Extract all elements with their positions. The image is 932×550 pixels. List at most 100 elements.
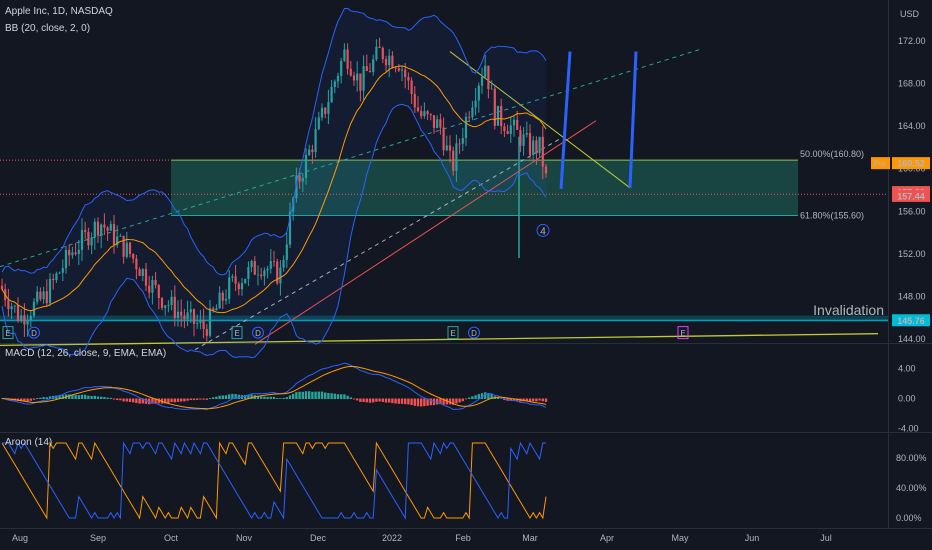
macd-hist-bar <box>212 397 215 399</box>
pre-tag-text: Pre <box>874 160 887 169</box>
macd-hist-bar <box>352 398 356 400</box>
macd-hist-bar <box>384 398 388 403</box>
macd-hist-bar <box>308 391 311 399</box>
macd-indicator-label[interactable]: MACD (12, 26, close, 9, EMA, EMA) <box>5 348 166 359</box>
macd-hist-bar <box>122 398 125 402</box>
macd-hist-bar <box>176 398 180 402</box>
macd-hist-bar <box>285 397 288 399</box>
macd-hist-bar <box>298 391 301 399</box>
macd-hist-bar <box>135 398 138 404</box>
invalidation-band <box>0 315 888 322</box>
macd-hist-bar <box>544 398 548 402</box>
macd-hist-bar <box>538 398 541 401</box>
time-tick-label: Apr <box>600 533 614 543</box>
macd-hist-bar <box>109 397 112 399</box>
macd-hist-bar <box>170 398 173 403</box>
macd-hist-bar <box>205 398 208 400</box>
time-tick-label: Aug <box>12 533 28 543</box>
macd-hist-bar <box>36 398 39 399</box>
macd-hist-bar <box>388 398 391 403</box>
macd-hist-bar <box>464 398 468 400</box>
time-tick-label: Nov <box>236 533 253 543</box>
macd-hist-bar <box>260 396 263 399</box>
macd-hist-bar <box>356 398 359 401</box>
macd-hist-bar <box>349 397 352 399</box>
macd-hist-bar <box>218 395 221 399</box>
macd-hist-bar <box>183 398 186 402</box>
macd-hist-bar <box>112 398 116 400</box>
macd-hist-bar <box>372 398 375 403</box>
price-tick-label: 144.00 <box>898 334 926 344</box>
time-tick-label: Oct <box>164 533 179 543</box>
macd-hist-bar <box>202 398 205 400</box>
time-tick-label: Feb <box>455 533 471 543</box>
macd-hist-bar <box>378 398 381 402</box>
macd-hist-bar <box>420 398 423 407</box>
macd-hist-bar <box>458 398 461 403</box>
macd-hist-bar <box>311 391 314 399</box>
fib-618-label: 61.80%(155.60) <box>800 211 864 221</box>
macd-hist-bar <box>87 395 90 399</box>
macd-hist-bar <box>77 395 80 399</box>
macd-hist-bar <box>138 398 141 404</box>
macd-hist-bar <box>423 398 426 407</box>
currency-label: USD <box>900 9 920 19</box>
macd-hist-bar <box>436 398 439 405</box>
macd-hist-bar <box>119 398 122 401</box>
macd-hist-bar <box>224 395 228 399</box>
aroon-tick-label: 0.00% <box>896 513 922 523</box>
macd-hist-bar <box>263 396 266 399</box>
macd-hist-bar <box>42 397 45 399</box>
macd-tick-label: -4.00 <box>898 424 919 434</box>
macd-hist-bar <box>365 398 368 403</box>
bb-indicator-label[interactable]: BB (20, close, 2, 0) <box>5 23 90 34</box>
macd-hist-bar <box>375 398 378 402</box>
macd-hist-bar <box>100 396 103 399</box>
macd-histogram <box>0 391 548 407</box>
macd-hist-bar <box>340 394 343 399</box>
invalidation-label: Invalidation <box>813 302 884 318</box>
macd-hist-bar <box>532 398 535 402</box>
macd-hist-bar <box>189 398 192 400</box>
macd-hist-bar <box>132 398 135 403</box>
price-tag-text: 145.76 <box>897 316 925 326</box>
symbol-title: Apple Inc, 1D, NASDAQ <box>5 6 113 17</box>
macd-hist-bar <box>314 391 317 399</box>
price-tick-label: 156.00 <box>898 206 926 216</box>
macd-hist-bar <box>541 398 544 402</box>
macd-hist-bar <box>93 395 96 399</box>
macd-hist-bar <box>128 398 132 402</box>
price-tick-label: 152.00 <box>898 249 926 259</box>
macd-hist-bar <box>237 394 240 399</box>
macd-hist-bar <box>500 398 503 399</box>
macd-hist-bar <box>192 398 196 401</box>
macd-hist-bar <box>29 398 32 401</box>
macd-hist-bar <box>301 391 304 399</box>
macd-hist-bar <box>455 398 458 404</box>
macd-hist-bar <box>266 396 269 399</box>
macd-hist-bar <box>180 398 183 402</box>
time-tick-label: May <box>671 533 689 543</box>
macd-hist-bar <box>32 398 36 400</box>
time-tick-label: Sep <box>90 533 106 543</box>
macd-hist-bar <box>103 397 106 399</box>
price-tag-text: 160.52 <box>897 159 925 169</box>
aroon-tick-label: 80.00% <box>896 453 927 463</box>
price-tag-text: 157.44 <box>897 191 925 201</box>
macd-hist-bar <box>368 398 372 403</box>
macd-hist-bar <box>304 391 308 399</box>
aroon-indicator-label[interactable]: Aroon (14) <box>5 437 52 448</box>
macd-hist-bar <box>269 396 272 399</box>
macd-hist-bar <box>471 396 474 399</box>
macd-hist-bar <box>208 398 212 399</box>
macd-hist-bar <box>410 398 413 406</box>
chart-canvas[interactable]: 144.00148.00152.00156.00160.00164.00168.… <box>0 0 932 550</box>
macd-hist-bar <box>391 398 394 404</box>
earnings-marker-label: E <box>680 329 685 338</box>
macd-hist-bar <box>346 395 349 399</box>
macd-hist-bar <box>413 398 416 406</box>
macd-hist-bar <box>279 398 282 399</box>
macd-hist-bar <box>125 398 128 402</box>
time-tick-label: Jul <box>820 533 832 543</box>
macd-hist-bar <box>468 397 471 399</box>
